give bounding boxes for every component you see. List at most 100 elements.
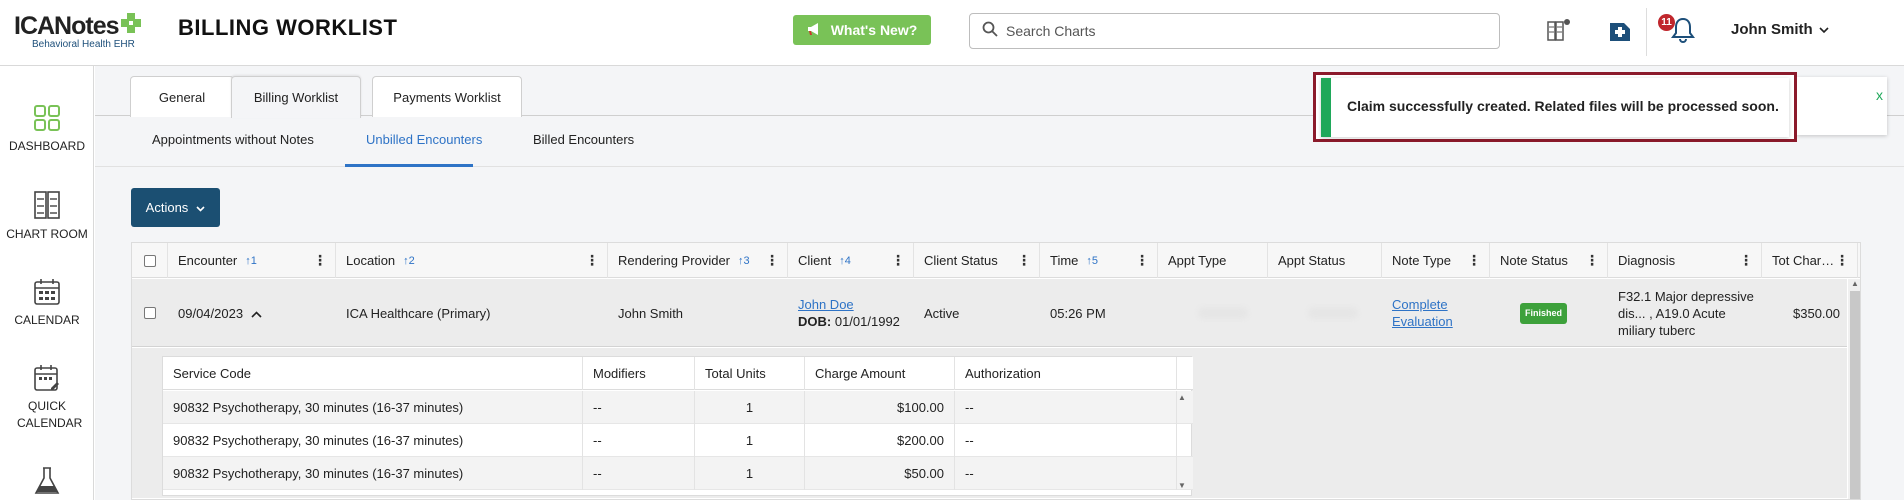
calendar-icon — [34, 279, 60, 305]
subtab-appointments-without-notes[interactable]: Appointments without Notes — [152, 132, 314, 147]
col-header-diagnosis[interactable]: Diagnosis ⋮ — [1608, 243, 1762, 278]
cell-appt-type — [1158, 279, 1268, 347]
nav-item-lab[interactable] — [0, 466, 94, 496]
chart-room-icon — [34, 191, 60, 219]
toast-highlight-frame: Claim successfully created. Related file… — [1313, 72, 1797, 142]
loading-placeholder — [1198, 307, 1248, 319]
header-divider — [1646, 8, 1647, 56]
col-header-total-charge[interactable]: Tot Char… ⋮ — [1762, 243, 1858, 278]
icanotes-logo[interactable]: ICANotes Behavioral Health EHR — [14, 12, 154, 52]
toast-close-panel — [1797, 77, 1887, 135]
col-header-client-status[interactable]: Client Status ⋮ — [914, 243, 1040, 278]
col-header-note-status[interactable]: Note Status ⋮ — [1490, 243, 1608, 278]
nav-item-dashboard[interactable]: DASHBOARD — [0, 104, 94, 155]
column-menu-icon[interactable]: ⋮ — [1739, 252, 1753, 269]
scroll-up-arrow-icon[interactable]: ▲ — [1851, 279, 1859, 288]
tab-general[interactable]: General — [130, 76, 234, 117]
sort-asc-icon: ↑4 — [839, 254, 851, 267]
user-menu[interactable]: John Smith — [1731, 21, 1829, 38]
logo-plus-icon — [120, 13, 141, 33]
tab-billing-worklist[interactable]: Billing Worklist — [231, 76, 361, 118]
sort-asc-icon: ↑2 — [403, 254, 415, 267]
column-menu-icon[interactable]: ⋮ — [1585, 252, 1599, 269]
table-row[interactable]: 09/04/2023 ICA Healthcare (Primary) John… — [132, 279, 1847, 347]
scrollbar-thumb[interactable] — [1850, 291, 1860, 499]
cell-location: ICA Healthcare (Primary) — [346, 305, 491, 321]
chevron-down-icon — [1819, 21, 1829, 38]
actions-label: Actions — [145, 200, 189, 215]
col-header-charge-amount: Charge Amount — [805, 357, 955, 390]
table-row: 90832 Psychotherapy, 30 minutes (16-37 m… — [163, 424, 1193, 457]
service-table-scrollbar[interactable]: ▲ ▼ — [1175, 393, 1189, 493]
toast-message: Claim successfully created. Related file… — [1347, 98, 1779, 114]
client-dob: DOB: 01/01/1992 — [798, 314, 900, 329]
cell-time: 05:26 PM — [1050, 305, 1106, 321]
col-header-encounter[interactable]: Encounter ↑1 ⋮ — [168, 243, 336, 278]
column-menu-icon[interactable]: ⋮ — [1835, 252, 1849, 269]
subtab-unbilled-encounters[interactable]: Unbilled Encounters — [366, 132, 482, 147]
row-checkbox[interactable] — [144, 307, 156, 319]
col-header-rendering-provider[interactable]: Rendering Provider ↑3 ⋮ — [608, 243, 788, 278]
add-patient-icon[interactable] — [1605, 14, 1635, 46]
search-input[interactable] — [1006, 23, 1486, 39]
logo-wordmark: ICANotes — [14, 12, 154, 40]
chevron-up-icon[interactable] — [251, 305, 262, 322]
search-charts-bar[interactable] — [969, 13, 1500, 49]
active-subtab-indicator — [345, 164, 473, 167]
nav-item-chart-room[interactable]: CHART ROOM — [0, 190, 94, 243]
tab-payments-worklist[interactable]: Payments Worklist — [372, 76, 522, 117]
col-header-note-type[interactable]: Note Type ⋮ — [1382, 243, 1490, 278]
megaphone-icon — [807, 22, 823, 39]
col-header-truncated[interactable]: T — [1858, 243, 1860, 278]
col-header-modifiers: Modifiers — [583, 357, 695, 390]
row-checkbox-cell — [132, 279, 168, 347]
col-header-location[interactable]: Location ↑2 ⋮ — [336, 243, 608, 278]
user-name-label: John Smith — [1731, 21, 1813, 38]
logo-tagline: Behavioral Health EHR — [32, 39, 135, 50]
column-menu-icon[interactable]: ⋮ — [585, 252, 599, 269]
service-lines-table: Service Code Modifiers Total Units Charg… — [162, 356, 1193, 496]
column-menu-icon[interactable]: ⋮ — [313, 252, 327, 269]
nav-item-quick-calendar[interactable]: QUICK CALENDAR — [0, 364, 94, 432]
whats-new-button[interactable]: What's New? — [793, 15, 931, 45]
col-header-total-units: Total Units — [695, 357, 805, 390]
nav-label-calendar: CALENDAR — [14, 313, 80, 327]
col-header-appt-status[interactable]: Appt Status — [1268, 243, 1382, 278]
column-menu-icon[interactable]: ⋮ — [1467, 252, 1481, 269]
column-menu-icon[interactable]: ⋮ — [765, 252, 779, 269]
column-menu-icon[interactable]: ⋮ — [1017, 252, 1031, 269]
note-type-link[interactable]: Complete Evaluation — [1392, 296, 1453, 330]
loading-placeholder — [1308, 307, 1358, 319]
col-header-time[interactable]: Time ↑5 ⋮ — [1040, 243, 1158, 278]
success-toast: Claim successfully created. Related file… — [1321, 78, 1789, 137]
col-header-client[interactable]: Client ↑4 ⋮ — [788, 243, 914, 278]
grid-header-row: Encounter ↑1 ⋮ Location ↑2 ⋮ Rendering Provi… — [132, 243, 1860, 278]
select-all-checkbox[interactable] — [144, 254, 156, 267]
cell-diagnosis: F32.1 Major depressive dis... , A19.0 Ac… — [1618, 288, 1754, 338]
cell-client: John Doe DOB: 01/01/1992 — [788, 279, 914, 347]
cell-rendering-provider: John Smith — [618, 305, 684, 321]
expanded-row-detail: Service Code Modifiers Total Units Charg… — [132, 348, 1847, 498]
actions-dropdown-button[interactable]: Actions — [131, 188, 220, 227]
table-row: 90832 Psychotherapy, 30 minutes (16-37 m… — [163, 457, 1193, 490]
select-all-checkbox-cell — [132, 243, 168, 278]
col-header-appt-type[interactable]: Appt Type — [1158, 243, 1268, 278]
quick-calendar-icon — [34, 365, 59, 391]
scroll-down-arrow-icon[interactable]: ▼ — [1178, 481, 1186, 490]
column-menu-icon[interactable]: ⋮ — [891, 252, 905, 269]
cell-client-status: Active — [924, 305, 960, 321]
nav-item-calendar[interactable]: CALENDAR — [0, 278, 94, 329]
lab-flask-icon — [34, 467, 60, 494]
chart-room-shortcut-icon[interactable] — [1544, 14, 1574, 46]
grid-vertical-scrollbar[interactable]: ▲ — [1848, 279, 1860, 499]
toast-close-button[interactable]: x — [1876, 87, 1883, 103]
scroll-up-arrow-icon[interactable]: ▲ — [1178, 393, 1186, 402]
left-sidebar: DASHBOARD CHART ROOM CALENDAR QUICK CALE… — [0, 66, 94, 500]
client-name-link[interactable]: John Doe — [798, 296, 854, 313]
column-menu-icon[interactable]: ⋮ — [1135, 252, 1149, 269]
sort-asc-icon: ↑1 — [245, 254, 257, 267]
page-title: BILLING WORKLIST — [178, 15, 398, 40]
search-icon — [982, 21, 998, 42]
sort-asc-icon: ↑3 — [738, 254, 750, 267]
subtab-billed-encounters[interactable]: Billed Encounters — [533, 132, 634, 147]
